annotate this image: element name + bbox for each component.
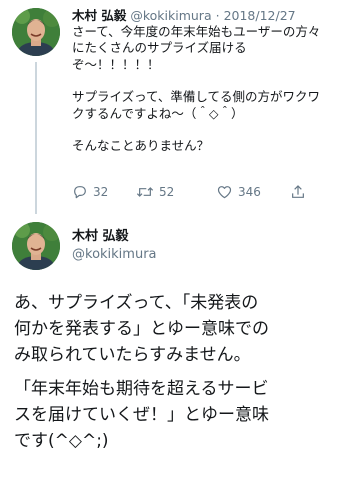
avatar[interactable] bbox=[12, 8, 60, 56]
tweet-line: ぞ〜！！！！！ bbox=[72, 56, 160, 72]
tweet-line: み取られていたらすみません。 bbox=[14, 345, 251, 365]
tweet-line: クするんですよね〜（＾◇＾） bbox=[72, 105, 244, 121]
thread-tweet[interactable]: 木村 弘毅 @kokikimura · 2018/12/27 さーて、今年度の年… bbox=[72, 8, 354, 154]
tweet-line: 何かを発表する」とゆー意味での bbox=[14, 319, 269, 339]
reply-author[interactable]: 木村 弘毅 @kokikimura bbox=[72, 228, 157, 264]
tweet-line: スを届けていくぜ！」とゆー意味 bbox=[14, 405, 269, 425]
tweet-line: さーて、今年度の年末年始もユーザーの方々 bbox=[72, 24, 321, 39]
tweet-line: そんなことありません？ bbox=[72, 138, 210, 154]
reply-icon bbox=[72, 184, 88, 200]
tweet-line: です(^◇^;) bbox=[14, 431, 109, 451]
like-icon bbox=[216, 184, 233, 200]
reply-button[interactable]: 32 bbox=[72, 183, 108, 201]
focused-tweet-text: あ、サプライズって、「未発表の 何かを発表する」とゆー意味での み取られていたら… bbox=[14, 290, 350, 454]
tweet-line: あ、サプライズって、「未発表の bbox=[14, 293, 259, 313]
retweet-button[interactable]: 52 bbox=[136, 183, 174, 201]
like-button[interactable]: 346 bbox=[216, 183, 261, 201]
tweet-actions: 32 52 346 bbox=[72, 183, 332, 201]
tweet-line: サプライズって、準備してる側の方がワクワ bbox=[72, 89, 321, 105]
display-name[interactable]: 木村 弘毅 bbox=[72, 8, 126, 23]
tweet-text: さーて、今年度の年末年始もユーザーの方々 にたくさんのサプライズ届ける ぞ〜！！… bbox=[72, 24, 354, 154]
tweet-date[interactable]: 2018/12/27 bbox=[224, 8, 296, 23]
tweet-header: 木村 弘毅 @kokikimura · 2018/12/27 bbox=[72, 8, 354, 24]
handle[interactable]: @kokikimura bbox=[72, 246, 157, 264]
retweet-count: 52 bbox=[159, 185, 175, 199]
tweet-line: 「年末年始も期待を超えるサービ bbox=[14, 379, 269, 399]
share-icon bbox=[290, 184, 306, 200]
display-name[interactable]: 木村 弘毅 bbox=[72, 228, 157, 246]
tweet-line: にたくさんのサプライズ届ける bbox=[72, 40, 247, 56]
share-button[interactable] bbox=[290, 183, 306, 201]
retweet-icon bbox=[136, 184, 154, 200]
thread-line bbox=[35, 62, 37, 214]
like-count: 346 bbox=[238, 185, 261, 199]
reply-count: 32 bbox=[93, 185, 109, 199]
avatar[interactable] bbox=[12, 222, 60, 270]
separator: · bbox=[215, 8, 220, 23]
handle[interactable]: @kokikimura bbox=[130, 8, 211, 23]
